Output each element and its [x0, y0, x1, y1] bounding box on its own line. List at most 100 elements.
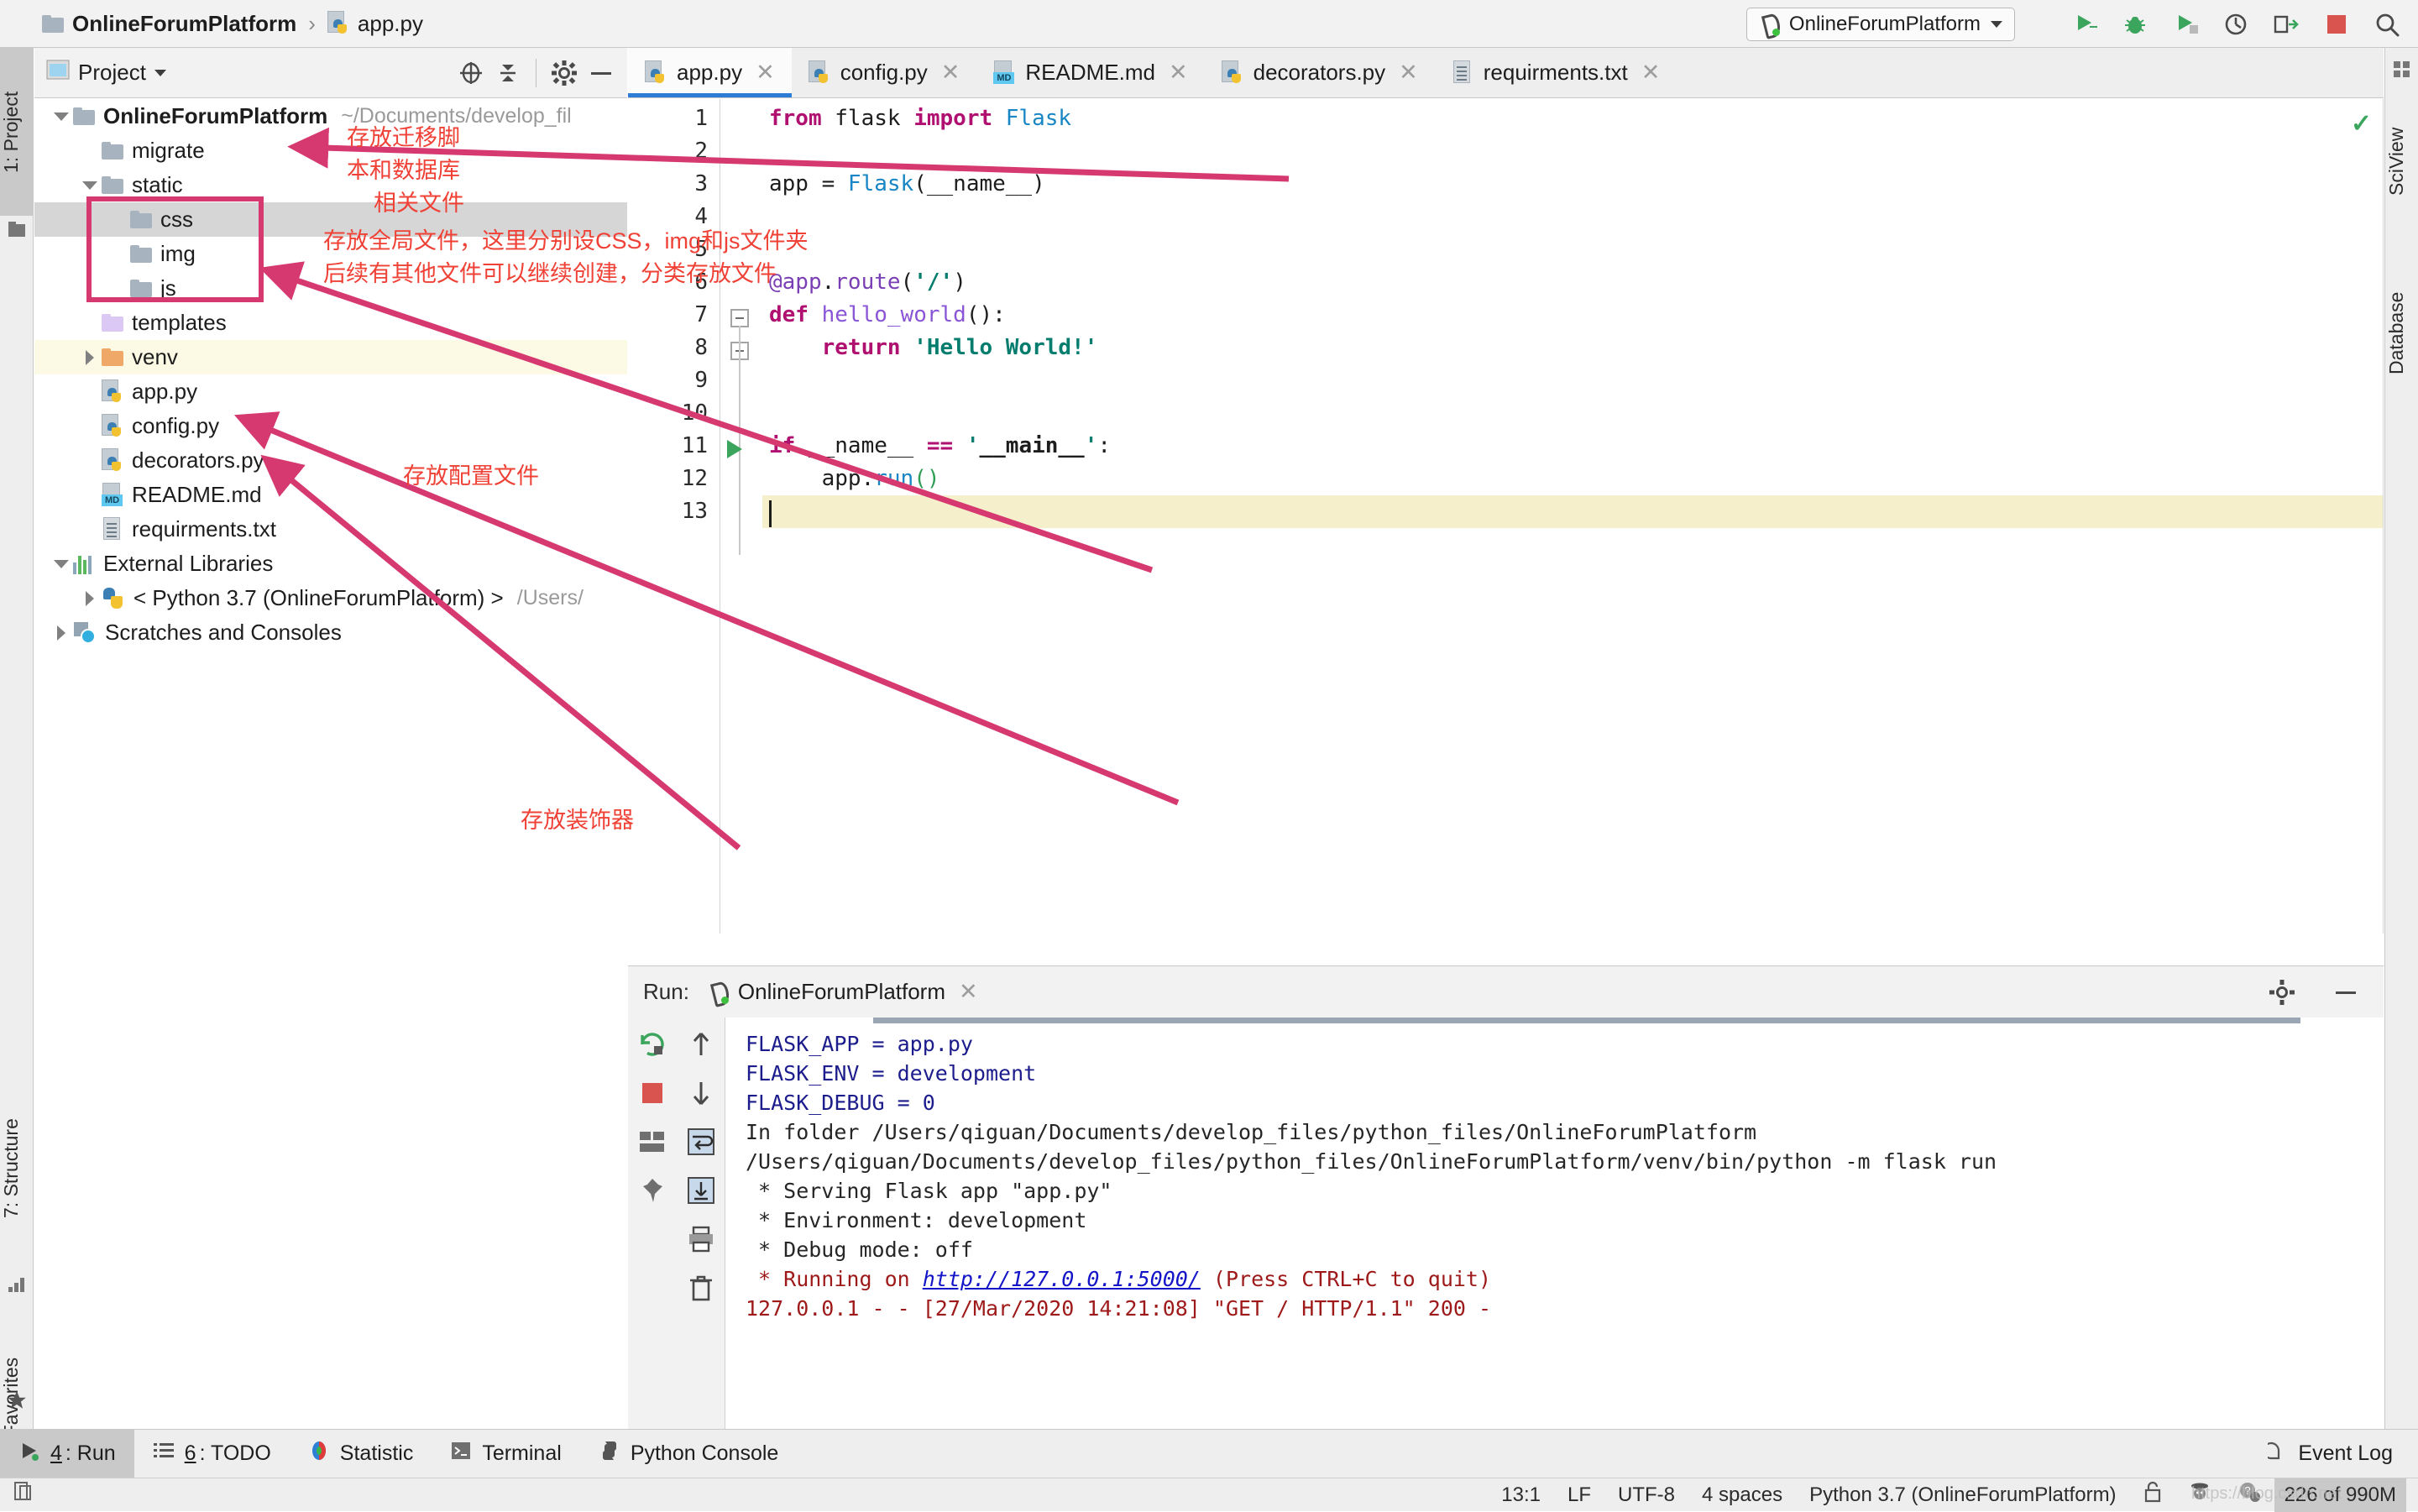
code-line[interactable]: return 'Hello World!' — [769, 335, 1098, 360]
up-arrow-icon[interactable] — [686, 1029, 716, 1059]
chevron-down-icon[interactable] — [154, 69, 166, 76]
console-scroll-indicator[interactable] — [873, 1018, 2300, 1023]
code-line[interactable]: @app.route('/') — [769, 269, 966, 295]
sidebar-item-sciview[interactable]: SciView — [2385, 94, 2418, 228]
bottom-tab-statistic[interactable]: Statistic — [290, 1430, 432, 1478]
status-expand-icon[interactable] — [0, 1481, 47, 1509]
status-encoding[interactable]: UTF-8 — [1604, 1483, 1688, 1507]
editor-tab-readme-md[interactable]: MD README.md ✕ — [976, 48, 1204, 97]
run-panel-tab[interactable]: OnlineForumPlatform ✕ — [708, 979, 987, 1005]
twisty-expanded-icon[interactable] — [54, 559, 69, 568]
fold-marker-icon[interactable] — [730, 309, 749, 327]
collapse-all-icon[interactable] — [494, 59, 522, 87]
tree-item-static[interactable]: static — [34, 168, 627, 202]
bottom-tab-python-console[interactable]: Python Console — [580, 1430, 798, 1478]
hide-panel-icon[interactable] — [2332, 978, 2360, 1007]
console-url-link[interactable]: http://127.0.0.1:5000/ — [923, 1267, 1201, 1291]
run-button[interactable] — [2070, 10, 2099, 39]
tree-item-config-py[interactable]: config.py — [34, 409, 627, 443]
twisty-collapsed-icon[interactable] — [86, 349, 94, 365]
pin-icon[interactable] — [637, 1175, 667, 1206]
run-configuration-selector[interactable]: OnlineForumPlatform — [1745, 8, 2015, 41]
editor-tab-decorators-py[interactable]: decorators.py ✕ — [1205, 48, 1435, 97]
code-text-layer[interactable]: from flask import Flask app = Flask(__nam… — [762, 99, 2384, 934]
sidebar-item-project[interactable]: 1: Project — [0, 48, 34, 216]
bottom-tab-run[interactable]: 4: Run — [0, 1429, 134, 1478]
sidebar-item-database[interactable]: Database — [2385, 249, 2418, 417]
editor-tab-app-py[interactable]: app.py ✕ — [628, 48, 792, 97]
tree-item-requirments-txt[interactable]: requirments.txt — [34, 512, 627, 547]
help-gear-icon[interactable]: ? — [2224, 1481, 2274, 1509]
status-caret-position[interactable]: 13:1 — [1488, 1483, 1554, 1507]
grid-icon[interactable] — [2392, 60, 2412, 80]
tree-item-readme-md[interactable]: MD README.md — [34, 478, 627, 512]
tree-item-migrate[interactable]: migrate — [34, 133, 627, 168]
bottom-tab-terminal[interactable]: Terminal — [432, 1430, 579, 1478]
code-line[interactable]: app = Flask(__name__) — [769, 171, 1045, 196]
tree-item-img[interactable]: img — [34, 237, 627, 271]
gear-icon[interactable] — [2268, 978, 2296, 1007]
tree-item-scratches-and-consoles[interactable]: Scratches and Consoles — [34, 615, 627, 650]
editor-tab-requirments-txt[interactable]: requirments.txt ✕ — [1435, 48, 1677, 97]
soft-wrap-icon[interactable] — [686, 1127, 716, 1157]
tree-item-css[interactable]: css — [34, 202, 627, 237]
memory-indicator[interactable]: 226 of 990M — [2274, 1478, 2406, 1512]
inspection-ok-icon[interactable]: ✓ — [2351, 109, 2372, 139]
tree-item-python-3-7-onlineforumplatform[interactable]: < Python 3.7 (OnlineForumPlatform) > /Use… — [34, 581, 627, 615]
fold-gutter[interactable] — [720, 99, 762, 934]
lock-icon[interactable] — [2130, 1481, 2175, 1509]
trash-icon[interactable] — [686, 1273, 716, 1303]
rerun-icon[interactable] — [637, 1029, 667, 1059]
twisty-collapsed-icon[interactable] — [86, 590, 94, 606]
attach-debugger-button[interactable] — [2272, 10, 2300, 39]
structure-icon[interactable] — [7, 1274, 27, 1294]
down-arrow-icon[interactable] — [686, 1078, 716, 1108]
scroll-from-source-icon[interactable] — [457, 59, 485, 87]
event-log-button[interactable]: Event Log — [2263, 1440, 2418, 1468]
editor-body[interactable]: 1 2 3 4 5 6 7 8 9 10 11 12 13 from flask import Flas… — [628, 99, 2384, 934]
run-gutter-icon[interactable] — [727, 440, 742, 458]
close-icon[interactable]: ✕ — [941, 61, 960, 84]
tree-item-js[interactable]: js — [34, 271, 627, 306]
tree-item-external-libraries[interactable]: External Libraries — [34, 547, 627, 581]
breadcrumb-project[interactable]: OnlineForumPlatform — [42, 11, 296, 37]
search-everywhere-icon[interactable] — [2373, 10, 2401, 39]
project-files-icon[interactable] — [7, 220, 27, 240]
layout-icon[interactable] — [637, 1127, 667, 1157]
hector-icon[interactable] — [2175, 1481, 2224, 1509]
twisty-expanded-icon[interactable] — [54, 112, 69, 121]
tree-item-templates[interactable]: templates — [34, 306, 627, 340]
favorites-star-icon[interactable] — [6, 1389, 28, 1417]
gear-icon[interactable] — [550, 59, 578, 87]
project-tree[interactable]: OnlineForumPlatform ~/Documents/develop_f… — [34, 99, 627, 1444]
scroll-to-end-icon[interactable] — [686, 1175, 716, 1206]
tree-item-app-py[interactable]: app.py — [34, 374, 627, 409]
stop-button[interactable] — [2322, 10, 2351, 39]
editor-tab-config-py[interactable]: config.py ✕ — [792, 48, 977, 97]
twisty-expanded-icon[interactable] — [82, 180, 97, 190]
sidebar-item-structure[interactable]: 7: Structure — [0, 1072, 34, 1265]
stop-icon[interactable] — [637, 1078, 667, 1108]
hide-panel-icon[interactable] — [587, 59, 615, 87]
console-output[interactable]: FLASK_APP = app.py FLASK_ENV = developmen… — [725, 1018, 2384, 1444]
tree-item-decorators-py[interactable]: decorators.py — [34, 443, 627, 478]
close-icon[interactable]: ✕ — [1399, 61, 1418, 84]
status-line-separator[interactable]: LF — [1554, 1483, 1604, 1507]
coverage-button[interactable] — [2171, 10, 2200, 39]
bottom-tab-todo[interactable]: 6: TODO — [134, 1430, 290, 1478]
close-icon[interactable]: ✕ — [756, 61, 775, 84]
close-icon[interactable]: ✕ — [959, 981, 978, 1003]
code-line[interactable]: if __name__ == '__main__': — [769, 433, 1111, 458]
tree-item-venv[interactable]: venv — [34, 340, 627, 374]
status-indent[interactable]: 4 spaces — [1688, 1483, 1796, 1507]
close-icon[interactable]: ✕ — [1641, 61, 1661, 84]
twisty-collapsed-icon[interactable] — [57, 625, 65, 641]
debug-button[interactable] — [2121, 10, 2149, 39]
close-icon[interactable]: ✕ — [1169, 61, 1188, 84]
print-icon[interactable] — [686, 1224, 716, 1254]
code-line[interactable]: app.run() — [769, 466, 940, 491]
profile-button[interactable] — [2222, 10, 2250, 39]
code-line[interactable]: def hello_world(): — [769, 302, 1006, 327]
status-interpreter[interactable]: Python 3.7 (OnlineForumPlatform) — [1796, 1483, 2129, 1507]
breadcrumb-file[interactable]: app.py — [327, 11, 423, 37]
